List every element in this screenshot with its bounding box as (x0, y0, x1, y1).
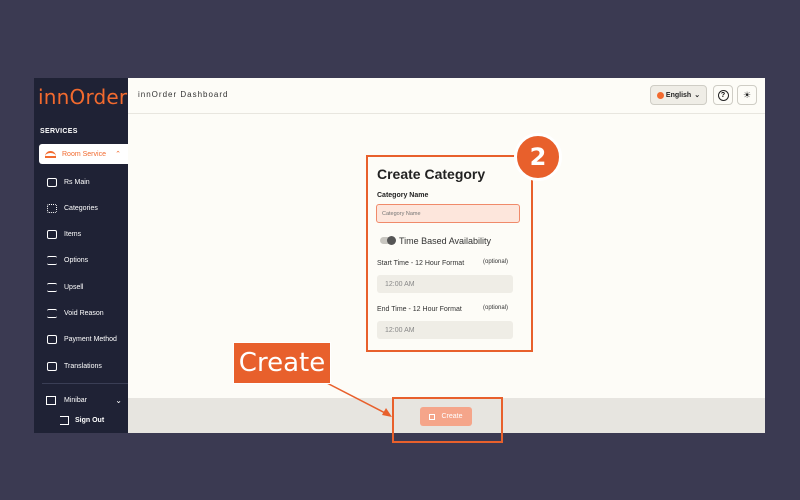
create-button-highlight (392, 397, 503, 443)
create-callout: Create (233, 342, 331, 384)
